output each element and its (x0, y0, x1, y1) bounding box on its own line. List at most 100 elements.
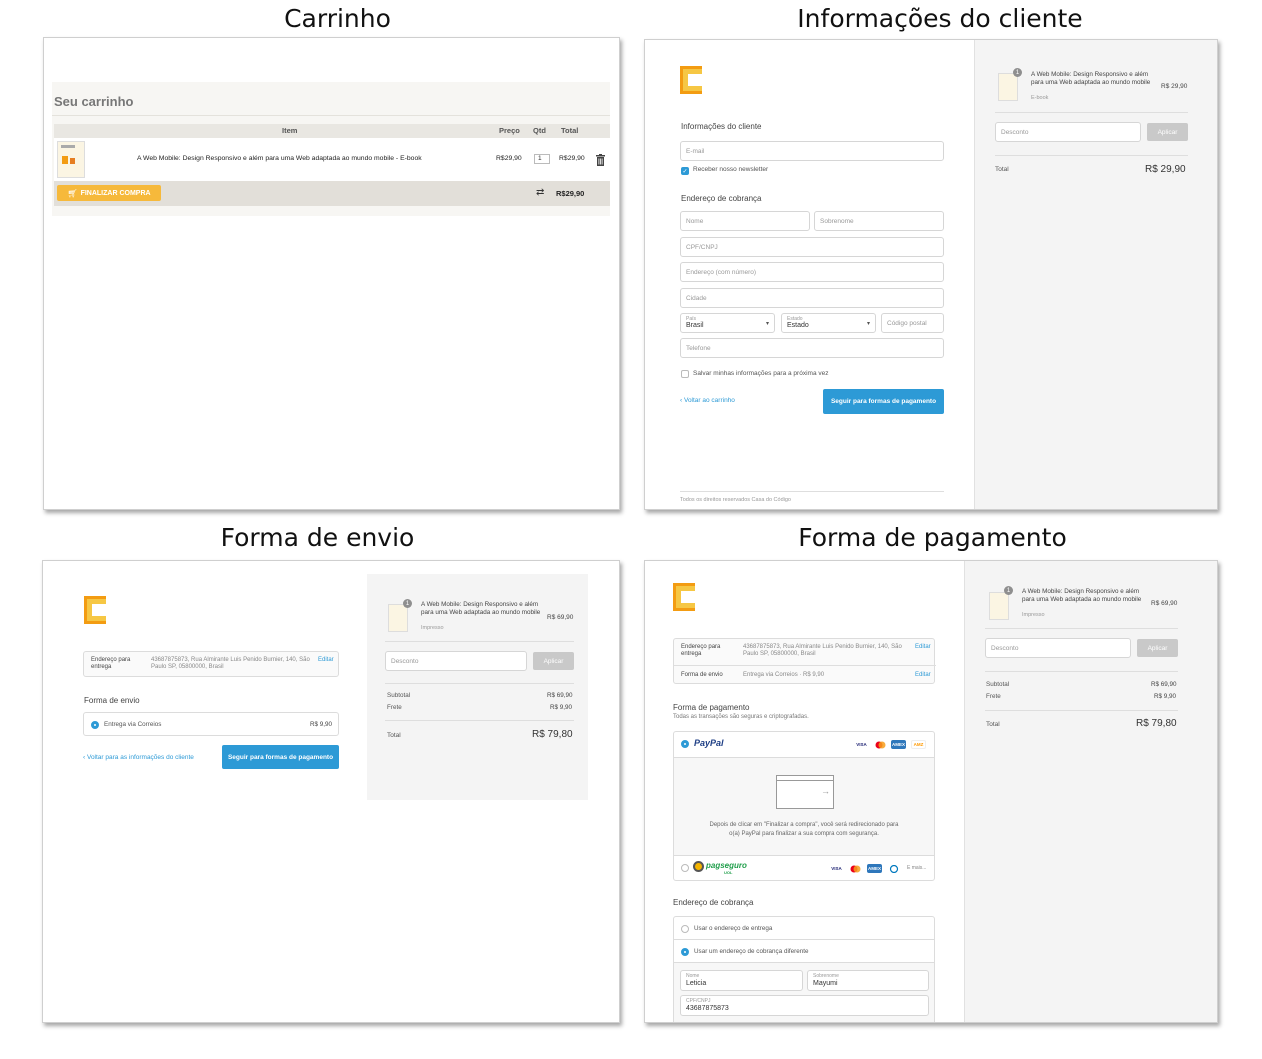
shipping-option[interactable]: Entrega via Correios R$ 9,90 (83, 712, 339, 736)
divider (985, 671, 1178, 672)
cart-table-header: Item Preço Qtd Total (54, 124, 610, 138)
shipping-section-title: Forma de envio (84, 696, 140, 705)
quantity-input[interactable]: 1 (534, 154, 550, 164)
summary-product-variant: Impresso (421, 625, 444, 631)
total-value: R$ 29,90 (1145, 164, 1186, 175)
freight-value: R$ 9,90 (550, 704, 573, 711)
pagseguro-option[interactable]: pagseguro UOL VISA AMEX E mais... (674, 856, 934, 881)
billing-surname-field[interactable]: Sobrenome Mayumi (807, 970, 929, 991)
finalize-purchase-button[interactable]: 🛒︎ FINALIZAR COMPRA (57, 185, 161, 201)
order-summary: 1 A Web Mobile: Design Responsivo e além… (974, 40, 1217, 509)
visa-icon: VISA (829, 864, 844, 873)
billing-same-radio[interactable] (681, 925, 689, 933)
email-placeholder: E-mail (686, 147, 705, 155)
apply-discount-button[interactable]: Aplicar (1147, 123, 1188, 141)
divider (385, 720, 574, 721)
pagseguro-radio[interactable] (681, 864, 689, 872)
billing-diff-radio[interactable] (681, 948, 689, 956)
summary-product-name: A Web Mobile: Design Responsivo e além p… (1031, 71, 1151, 86)
name-field[interactable]: Nome (680, 211, 810, 231)
billing-form: Nome Leticia Sobrenome Mayumi CPF/CNPJ 4… (674, 963, 934, 1022)
paypal-radio[interactable] (681, 740, 689, 748)
pagseguro-logo-icon (693, 861, 704, 872)
continue-to-payment-button[interactable]: Seguir para formas de pagamento (222, 745, 339, 769)
summary-product-variant: E-book (1031, 95, 1049, 101)
newsletter-checkbox[interactable]: ✓ (681, 167, 689, 175)
brand-logo-icon (673, 583, 695, 611)
subtotal-label: Subtotal (387, 692, 411, 699)
ship-method-value: Entrega via Correios · R$ 9,90 (743, 672, 825, 678)
billing-name-value: Leticia (686, 980, 707, 987)
billing-name-label: Nome (686, 973, 700, 979)
amex-icon: AMEX (891, 740, 906, 749)
address-field[interactable]: Endereço (com número) (680, 262, 944, 282)
apply-discount-button[interactable]: Aplicar (1137, 639, 1178, 657)
back-to-cart-link[interactable]: ‹ Voltar ao carrinho (680, 397, 735, 404)
billing-cpf-value: 43687875873 (686, 1005, 729, 1012)
cpf-field[interactable]: CPF/CNPJ (680, 237, 944, 257)
chevron-down-icon: ▾ (765, 321, 769, 327)
subtotal-value: R$ 69,90 (1151, 681, 1177, 688)
pagseguro-sub: UOL (724, 870, 733, 875)
continue-to-payment-button[interactable]: Seguir para formas de pagamento (823, 389, 944, 414)
product-name[interactable]: A Web Mobile: Design Responsivo e além p… (137, 155, 422, 162)
save-info-checkbox[interactable] (681, 370, 689, 378)
divider (385, 683, 574, 684)
total-label: Total (986, 721, 1000, 728)
billing-options: Usar o endereço de entrega Usar um ender… (673, 916, 935, 1022)
qty-badge: 1 (1004, 586, 1013, 595)
col-item: Item (282, 126, 298, 135)
caption-cart: Carrinho (284, 4, 391, 33)
ship-to-value: 43687875873, Rua Almirante Luis Penido B… (151, 657, 310, 671)
col-qty: Qtd (533, 126, 546, 135)
edit-ship-method-link[interactable]: Editar (915, 672, 931, 678)
state-select[interactable]: Estado Estado ▾ (781, 313, 876, 333)
billing-name-field[interactable]: Nome Leticia (680, 970, 803, 991)
billing-cpf-label: CPF/CNPJ (686, 998, 711, 1004)
billing-surname-label: Sobrenome (813, 973, 839, 979)
cpf-placeholder: CPF/CNPJ (686, 243, 718, 251)
total-value: R$ 79,80 (532, 729, 573, 740)
phone-placeholder: Telefone (686, 344, 711, 352)
discount-field[interactable]: Desconto (985, 638, 1131, 658)
caption-payment: Forma de pagamento (798, 523, 1067, 552)
client-panel: Informações do cliente E-mail ✓ Receber … (644, 39, 1218, 510)
phone-field[interactable]: Telefone (680, 338, 944, 358)
state-value: Estado (787, 322, 809, 329)
order-summary: 1 A Web Mobile: Design Responsivo e além… (964, 561, 1217, 1022)
edit-ship-to-link[interactable]: Editar (318, 657, 334, 663)
cart-area: Seu carrinho Item Preço Qtd Total A Web … (52, 82, 610, 216)
discount-field[interactable]: Desconto (385, 651, 527, 671)
country-select[interactable]: País Brasil ▾ (680, 313, 775, 333)
payment-panel: Endereço para entrega 43687875873, Rua A… (644, 560, 1218, 1023)
total-label: Total (995, 166, 1009, 173)
paypal-label: PayPal (694, 738, 724, 748)
back-to-client-info-link[interactable]: ‹ Voltar para as informações do cliente (83, 754, 194, 761)
row-total: R$29,90 (559, 155, 585, 162)
cart-icon: 🛒︎ (67, 188, 78, 198)
ship-method-label: Forma de envio (681, 672, 723, 678)
billing-same-option[interactable]: Usar o endereço de entrega (674, 917, 934, 940)
apply-discount-button[interactable]: Aplicar (533, 652, 574, 670)
edit-ship-to-link[interactable]: Editar (915, 644, 931, 650)
paypal-option[interactable]: PayPal VISA AMEX AMZ (674, 732, 934, 758)
shipping-option-radio[interactable] (91, 721, 99, 729)
refresh-icon[interactable]: ⇄ (536, 187, 544, 198)
surname-field[interactable]: Sobrenome (814, 211, 944, 231)
zip-field[interactable]: Código postal (881, 313, 944, 333)
discount-field[interactable]: Desconto (995, 122, 1141, 142)
discount-placeholder: Desconto (991, 644, 1019, 652)
city-field[interactable]: Cidade (680, 288, 944, 308)
email-field[interactable]: E-mail (680, 141, 944, 161)
shipping-panel: Endereço para entrega 43687875873, Rua A… (42, 560, 620, 1023)
freight-label: Frete (387, 704, 402, 711)
billing-cpf-field[interactable]: CPF/CNPJ 43687875873 (680, 995, 929, 1016)
payment-section-title: Forma de pagamento (673, 703, 750, 712)
payment-section-sub: Todas as transações são seguras e cripto… (673, 714, 809, 720)
ship-to-label: Endereço para entrega (681, 644, 721, 658)
trash-icon[interactable] (596, 153, 605, 166)
billing-diff-option[interactable]: Usar um endereço de cobrança diferente (674, 940, 934, 963)
divider (985, 628, 1178, 629)
cart-grand-total: R$29,90 (556, 189, 585, 198)
shipping-option-price: R$ 9,90 (310, 721, 333, 728)
